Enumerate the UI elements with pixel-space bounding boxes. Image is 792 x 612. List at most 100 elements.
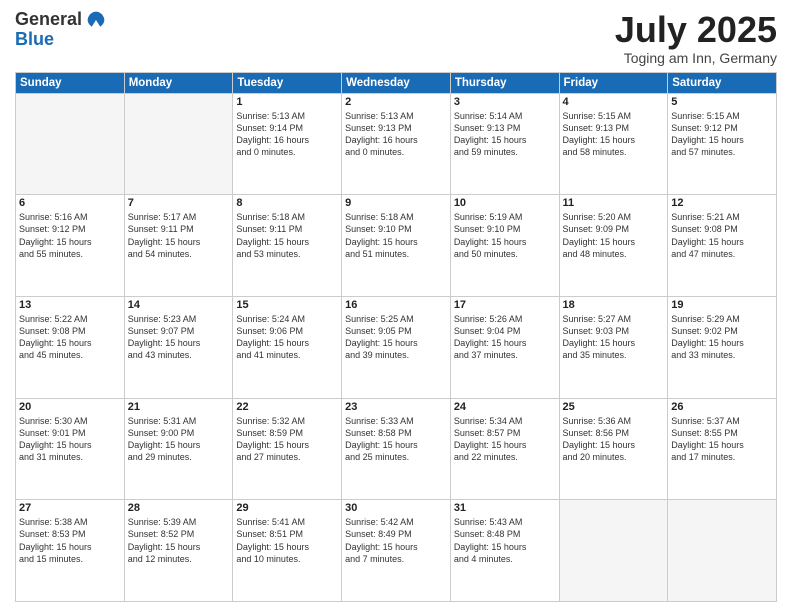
table-row: 1 Sunrise: 5:13 AM Sunset: 9:14 PM Daylig… (233, 93, 342, 195)
table-row: 21 Sunrise: 5:31 AM Sunset: 9:00 PM Dayli… (124, 398, 233, 500)
day-number: 15 (236, 299, 338, 311)
table-row: 2Sunrise: 5:13 AM Sunset: 9:13 PM Daylig… (342, 93, 451, 195)
day-number: 30 (345, 502, 447, 514)
day-info: Sunrise: 5:20 AM Sunset: 9:09 PM Dayligh… (563, 211, 665, 260)
table-row: 4Sunrise: 5:15 AM Sunset: 9:13 PM Daylig… (559, 93, 668, 195)
table-row: 25 Sunrise: 5:36 AM Sunset: 8:56 PM Dayli… (559, 398, 668, 500)
col-thursday: Thursday (450, 72, 559, 93)
logo-blue: Blue (15, 30, 82, 50)
table-row: 17 Sunrise: 5:26 AM Sunset: 9:04 PM Dayli… (450, 296, 559, 398)
table-row: 13Sunrise: 5:22 AM Sunset: 9:08 PM Dayli… (16, 296, 125, 398)
table-row (124, 93, 233, 195)
day-info: Sunrise: 5:16 AM Sunset: 9:12 PM Dayligh… (19, 211, 121, 260)
day-info: Sunrise: 5:27 AM Sunset: 9:03 PM Dayligh… (563, 313, 665, 362)
day-number: 31 (454, 502, 556, 514)
calendar-week-row: 27 Sunrise: 5:38 AM Sunset: 8:53 PM Dayli… (16, 500, 777, 602)
day-number: 26 (671, 401, 773, 413)
day-number: 11 (563, 197, 665, 209)
table-row: 14 Sunrise: 5:23 AM Sunset: 9:07 PM Dayli… (124, 296, 233, 398)
col-monday: Monday (124, 72, 233, 93)
table-row (559, 500, 668, 602)
col-sunday: Sunday (16, 72, 125, 93)
table-row: 22 Sunrise: 5:32 AM Sunset: 8:59 PM Dayli… (233, 398, 342, 500)
day-info: Sunrise: 5:14 AM Sunset: 9:13 PM Dayligh… (454, 110, 556, 159)
day-number: 17 (454, 299, 556, 311)
day-number: 12 (671, 197, 773, 209)
table-row: 11 Sunrise: 5:20 AM Sunset: 9:09 PM Dayli… (559, 195, 668, 297)
day-number: 5 (671, 96, 773, 108)
logo-text-container: General Blue (15, 10, 106, 50)
day-info: Sunrise: 5:42 AM Sunset: 8:49 PM Dayligh… (345, 516, 447, 565)
day-number: 2 (345, 96, 447, 108)
day-info: Sunrise: 5:21 AM Sunset: 9:08 PM Dayligh… (671, 211, 773, 260)
day-info: Sunrise: 5:26 AM Sunset: 9:04 PM Dayligh… (454, 313, 556, 362)
col-tuesday: Tuesday (233, 72, 342, 93)
day-number: 28 (128, 502, 230, 514)
table-row: 3Sunrise: 5:14 AM Sunset: 9:13 PM Daylig… (450, 93, 559, 195)
col-wednesday: Wednesday (342, 72, 451, 93)
page: General Blue July 2025 Toging am Inn, Ge… (0, 0, 792, 612)
day-number: 13 (19, 299, 121, 311)
calendar-week-row: 20Sunrise: 5:30 AM Sunset: 9:01 PM Dayli… (16, 398, 777, 500)
day-info: Sunrise: 5:43 AM Sunset: 8:48 PM Dayligh… (454, 516, 556, 565)
day-info: Sunrise: 5:37 AM Sunset: 8:55 PM Dayligh… (671, 415, 773, 464)
day-number: 29 (236, 502, 338, 514)
day-number: 24 (454, 401, 556, 413)
table-row: 12 Sunrise: 5:21 AM Sunset: 9:08 PM Dayli… (668, 195, 777, 297)
col-friday: Friday (559, 72, 668, 93)
table-row: 16 Sunrise: 5:25 AM Sunset: 9:05 PM Dayli… (342, 296, 451, 398)
day-number: 22 (236, 401, 338, 413)
table-row: 9 Sunrise: 5:18 AM Sunset: 9:10 PM Daylig… (342, 195, 451, 297)
day-number: 20 (19, 401, 121, 413)
calendar-week-row: 1 Sunrise: 5:13 AM Sunset: 9:14 PM Daylig… (16, 93, 777, 195)
table-row: 24Sunrise: 5:34 AM Sunset: 8:57 PM Dayli… (450, 398, 559, 500)
table-row: 31 Sunrise: 5:43 AM Sunset: 8:48 PM Dayli… (450, 500, 559, 602)
day-number: 8 (236, 197, 338, 209)
table-row: 27 Sunrise: 5:38 AM Sunset: 8:53 PM Dayli… (16, 500, 125, 602)
day-info: Sunrise: 5:13 AM Sunset: 9:14 PM Dayligh… (236, 110, 338, 159)
day-number: 7 (128, 197, 230, 209)
day-number: 19 (671, 299, 773, 311)
location: Toging am Inn, Germany (615, 50, 777, 66)
table-row: 18Sunrise: 5:27 AM Sunset: 9:03 PM Dayli… (559, 296, 668, 398)
table-row (16, 93, 125, 195)
day-number: 21 (128, 401, 230, 413)
table-row: 30 Sunrise: 5:42 AM Sunset: 8:49 PM Dayli… (342, 500, 451, 602)
table-row (668, 500, 777, 602)
calendar-week-row: 13Sunrise: 5:22 AM Sunset: 9:08 PM Dayli… (16, 296, 777, 398)
day-info: Sunrise: 5:33 AM Sunset: 8:58 PM Dayligh… (345, 415, 447, 464)
header-row: Sunday Monday Tuesday Wednesday Thursday… (16, 72, 777, 93)
day-info: Sunrise: 5:15 AM Sunset: 9:12 PM Dayligh… (671, 110, 773, 159)
day-info: Sunrise: 5:36 AM Sunset: 8:56 PM Dayligh… (563, 415, 665, 464)
day-info: Sunrise: 5:39 AM Sunset: 8:52 PM Dayligh… (128, 516, 230, 565)
calendar-week-row: 6 Sunrise: 5:16 AM Sunset: 9:12 PM Daylig… (16, 195, 777, 297)
logo-icon (86, 10, 106, 30)
day-info: Sunrise: 5:17 AM Sunset: 9:11 PM Dayligh… (128, 211, 230, 260)
day-number: 9 (345, 197, 447, 209)
day-number: 1 (236, 96, 338, 108)
day-number: 25 (563, 401, 665, 413)
table-row: 6 Sunrise: 5:16 AM Sunset: 9:12 PM Daylig… (16, 195, 125, 297)
day-info: Sunrise: 5:18 AM Sunset: 9:11 PM Dayligh… (236, 211, 338, 260)
calendar-table: Sunday Monday Tuesday Wednesday Thursday… (15, 72, 777, 602)
day-number: 16 (345, 299, 447, 311)
day-info: Sunrise: 5:18 AM Sunset: 9:10 PM Dayligh… (345, 211, 447, 260)
day-info: Sunrise: 5:25 AM Sunset: 9:05 PM Dayligh… (345, 313, 447, 362)
day-number: 14 (128, 299, 230, 311)
table-row: 29Sunrise: 5:41 AM Sunset: 8:51 PM Dayli… (233, 500, 342, 602)
day-info: Sunrise: 5:32 AM Sunset: 8:59 PM Dayligh… (236, 415, 338, 464)
day-number: 23 (345, 401, 447, 413)
table-row: 20Sunrise: 5:30 AM Sunset: 9:01 PM Dayli… (16, 398, 125, 500)
table-row: 19 Sunrise: 5:29 AM Sunset: 9:02 PM Dayli… (668, 296, 777, 398)
day-number: 6 (19, 197, 121, 209)
title-section: July 2025 Toging am Inn, Germany (615, 10, 777, 66)
col-saturday: Saturday (668, 72, 777, 93)
day-info: Sunrise: 5:38 AM Sunset: 8:53 PM Dayligh… (19, 516, 121, 565)
table-row: 8 Sunrise: 5:18 AM Sunset: 9:11 PM Daylig… (233, 195, 342, 297)
day-info: Sunrise: 5:23 AM Sunset: 9:07 PM Dayligh… (128, 313, 230, 362)
day-info: Sunrise: 5:29 AM Sunset: 9:02 PM Dayligh… (671, 313, 773, 362)
day-info: Sunrise: 5:24 AM Sunset: 9:06 PM Dayligh… (236, 313, 338, 362)
day-number: 27 (19, 502, 121, 514)
day-info: Sunrise: 5:31 AM Sunset: 9:00 PM Dayligh… (128, 415, 230, 464)
header: General Blue July 2025 Toging am Inn, Ge… (15, 10, 777, 66)
